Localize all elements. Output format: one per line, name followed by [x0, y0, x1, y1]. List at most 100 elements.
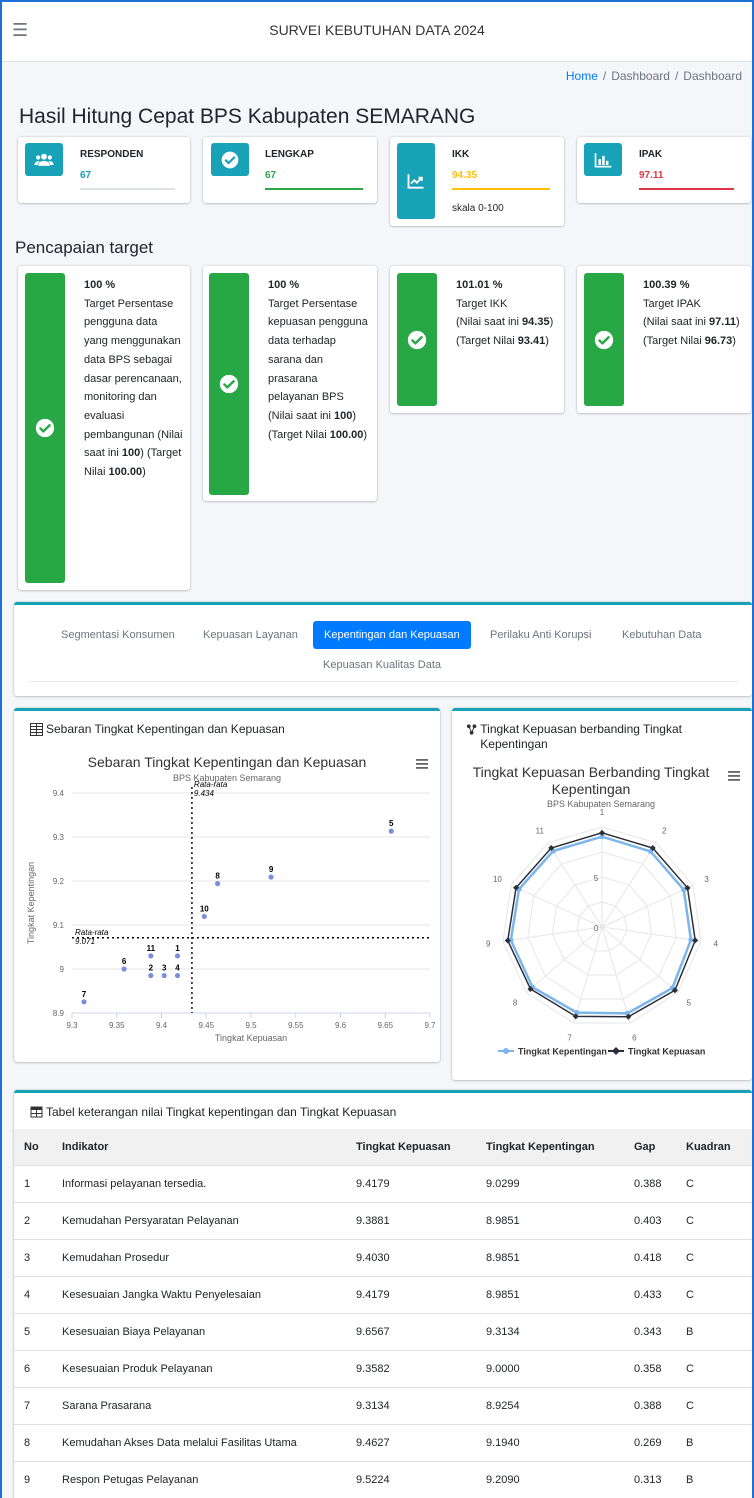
column-header[interactable]: No [14, 1129, 52, 1165]
target-current-suffix: ) [140, 447, 144, 460]
app-frame: ☰ SURVEI KEBUTUHAN DATA 2024 Home / Dashbo… [0, 0, 754, 1498]
table-row: 9 Respon Petugas Pelayanan 9.5224 9.2090 0.3… [14, 1460, 752, 1498]
table-cell: 9.3881 [346, 1201, 476, 1239]
x-tick-label: 9.65 [377, 1021, 393, 1030]
point-label: 9 [269, 865, 274, 874]
y-tick-label: 9.3 [53, 833, 65, 842]
column-header[interactable]: Kuadran [676, 1129, 752, 1165]
target-current-value: 97.11 [709, 316, 736, 329]
table-header-row: No Indikator Tingkat Kepuasan Tingkat Ke… [14, 1129, 752, 1165]
column-header[interactable]: Gap [624, 1129, 676, 1165]
tab-kepentingan-dan-kepuasan[interactable]: Kepentingan dan Kepuasan [313, 621, 471, 649]
check-circle-icon [211, 143, 249, 176]
x-tick-label: 9.45 [198, 1021, 214, 1030]
breadcrumb-item[interactable]: Dashboard [611, 69, 670, 83]
y-tick-label: 9 [60, 965, 65, 974]
x-tick-label: 9.5 [245, 1021, 257, 1030]
mean-value: 9.434 [194, 789, 215, 798]
legend-item-kepuasan[interactable]: Tingkat Kepuasan [628, 1047, 705, 1057]
table-cell: 3 [14, 1238, 52, 1276]
radar-spoke [502, 926, 603, 942]
table-cell: 9.0000 [476, 1349, 624, 1387]
tab-segmentasi-konsumen[interactable]: Segmentasi Konsumen [61, 629, 175, 641]
scatter-point [81, 999, 87, 1005]
table-cell: 9.0299 [476, 1164, 624, 1202]
target-goal-suffix: ) [142, 466, 146, 479]
legend-item-kepentingan[interactable]: Tingkat Kepentingan [518, 1047, 607, 1057]
table-row: 8 Kemudahan Akses Data melalui Fasilitas … [14, 1423, 752, 1461]
scatter-chart: Sebaran Tingkat Kepentingan dan Kepuasan… [26, 754, 436, 1043]
table-cell: 8.9851 [476, 1275, 624, 1313]
table-cell: 9.6567 [346, 1312, 476, 1350]
table-card-title-text: Tabel keterangan nilai Tingkat kepenting… [46, 1105, 397, 1119]
table-row: 1 Informasi pelayanan tersedia. 9.4179 9.02… [14, 1164, 752, 1202]
table-cell: Sarana Prasarana [52, 1386, 346, 1424]
table-cell: 0.418 [624, 1238, 676, 1276]
chart-title: Sebaran Tingkat Kepentingan dan Kepuasan [88, 754, 367, 770]
point-label: 11 [147, 944, 156, 953]
x-tick-label: 9.35 [109, 1021, 125, 1030]
radar-radial-tick: 0 [594, 924, 599, 933]
table-cell: C [676, 1275, 752, 1313]
column-header[interactable]: Indikator [52, 1129, 346, 1165]
point-label: 5 [389, 819, 394, 828]
table-cell: 0.358 [624, 1349, 676, 1387]
table-cell: 9 [14, 1460, 52, 1498]
scatter-point [201, 913, 207, 920]
table-cell: 4 [14, 1275, 52, 1313]
chart-menu-icon[interactable] [728, 771, 740, 781]
table-cell: 5 [14, 1312, 52, 1350]
table-cell: Kesesuaian Jangka Waktu Penyelesaian [52, 1275, 346, 1313]
scatter-point [174, 972, 181, 979]
info-box-lengkap: LENGKAP 67 [203, 137, 377, 203]
scatter-point [215, 881, 221, 887]
info-box-value: 67 [80, 170, 92, 181]
target-current-suffix: ) [735, 316, 740, 329]
radar-category-label: 11 [536, 826, 545, 835]
breadcrumb-home-link[interactable]: Home [566, 69, 598, 83]
table-cell: Kesesuaian Biaya Pelayanan [52, 1312, 346, 1350]
target-text: 100 % Target Persentase kepuasan penggun… [268, 276, 371, 444]
tab-perilaku-anti-korupsi[interactable]: Perilaku Anti Korupsi [490, 629, 592, 641]
table-cell: C [676, 1349, 752, 1387]
target-goal-value: 93.41 [517, 335, 546, 348]
app-title: SURVEI KEBUTUHAN DATA 2024 [269, 22, 485, 38]
info-box-value: 67 [265, 170, 277, 181]
table-cell: 0.433 [624, 1275, 676, 1313]
table-cell: 0.313 [624, 1460, 676, 1498]
target-current-prefix: (Nilai saat ini [456, 316, 523, 329]
table-row: 6 Kesesuaian Produk Pelayanan 9.3582 9.0000… [14, 1349, 752, 1387]
table-cell: 9.4179 [346, 1164, 476, 1202]
tab-kebutuhan-data[interactable]: Kebutuhan Data [622, 629, 702, 641]
breadcrumb-separator: / [674, 69, 679, 83]
chart-menu-icon[interactable] [416, 759, 428, 769]
radar-card-title: Tingkat Kepuasan berbanding Tingkat Kepe… [466, 722, 736, 752]
table-row: 3 Kemudahan Prosedur 9.4030 8.9851 0.418 C [14, 1238, 752, 1276]
table-cell: C [676, 1386, 752, 1424]
y-tick-label: 9.2 [53, 877, 65, 886]
target-description: Target IPAK [643, 297, 701, 310]
x-tick-label: 9.7 [424, 1021, 436, 1030]
point-label: 6 [122, 957, 127, 966]
table-icon [30, 1106, 43, 1118]
target-current-prefix: (Nilai saat ini [268, 409, 335, 422]
tabs-card: Segmentasi Konsumen Kepuasan Layanan Kep… [14, 602, 752, 696]
y-tick-label: 9.1 [53, 921, 65, 930]
point-label: 10 [200, 904, 209, 913]
target-current-suffix: ) [352, 409, 357, 422]
point-label: 4 [175, 964, 180, 973]
point-label: 2 [149, 964, 154, 973]
target-current-value: 100 [334, 409, 353, 422]
column-header[interactable]: Tingkat Kepentingan [476, 1129, 624, 1165]
table-cell: 6 [14, 1349, 52, 1387]
table-cell: 8 [14, 1423, 52, 1461]
tab-kepuasan-layanan[interactable]: Kepuasan Layanan [203, 629, 298, 641]
radar-category-label: 2 [662, 826, 667, 835]
table-cell: Kemudahan Persyaratan Pelayanan [52, 1201, 346, 1239]
table-cell: 0.403 [624, 1201, 676, 1239]
y-tick-label: 8.9 [53, 1009, 65, 1018]
table-cell: C [676, 1238, 752, 1276]
target-percent: 100.39 % [643, 279, 690, 291]
column-header[interactable]: Tingkat Kepuasan [346, 1129, 476, 1165]
tab-kepuasan-kualitas-data[interactable]: Kepuasan Kualitas Data [323, 659, 441, 671]
